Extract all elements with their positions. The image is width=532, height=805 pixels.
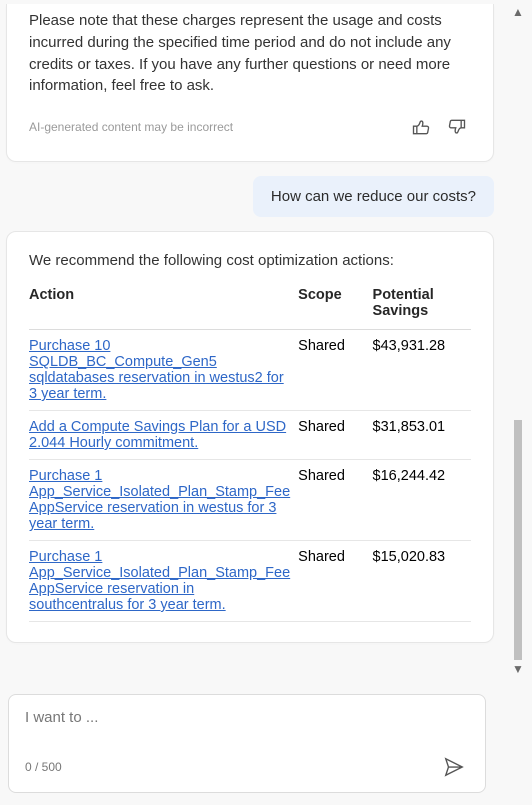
- savings-cell: $43,931.28: [373, 330, 471, 411]
- col-header-savings: Potential Savings: [373, 283, 471, 330]
- table-row: Purchase 1 App_Service_Isolated_Plan_Sta…: [29, 541, 471, 622]
- scroll-up-button[interactable]: ▲: [506, 0, 530, 24]
- table-row: Purchase 1 App_Service_Isolated_Plan_Sta…: [29, 460, 471, 541]
- thumbs-up-button[interactable]: [407, 113, 435, 141]
- recommendations-table: Action Scope Potential Savings Purchase …: [29, 283, 471, 622]
- chevron-up-icon: ▲: [512, 5, 524, 19]
- user-message-bubble: How can we reduce our costs?: [253, 176, 494, 217]
- action-link[interactable]: Add a Compute Savings Plan for a USD 2.0…: [29, 419, 286, 451]
- col-header-scope: Scope: [298, 283, 372, 330]
- assistant-note-text: Please note that these charges represent…: [29, 10, 471, 97]
- recommendations-intro: We recommend the following cost optimiza…: [29, 252, 471, 269]
- scroll-down-button[interactable]: ▼: [506, 657, 530, 681]
- chevron-down-icon: ▼: [512, 662, 524, 676]
- col-header-action: Action: [29, 283, 298, 330]
- composer-footer: 0 / 500: [25, 752, 469, 782]
- thumbs-down-button[interactable]: [443, 113, 471, 141]
- scrollbar[interactable]: ▲ ▼: [506, 0, 530, 805]
- thumbs-up-icon: [411, 117, 431, 137]
- composer-placeholder: I want to ...: [25, 709, 469, 726]
- chat-panel: Please note that these charges represent…: [0, 0, 500, 805]
- action-link[interactable]: Purchase 1 App_Service_Isolated_Plan_Sta…: [29, 468, 290, 532]
- recommendations-card: We recommend the following cost optimiza…: [6, 231, 494, 643]
- char-count: 0 / 500: [25, 760, 62, 774]
- assistant-message-card: Please note that these charges represent…: [6, 4, 494, 162]
- scope-cell: Shared: [298, 460, 372, 541]
- message-composer[interactable]: I want to ... 0 / 500: [8, 694, 486, 793]
- table-row: Add a Compute Savings Plan for a USD 2.0…: [29, 411, 471, 460]
- send-button[interactable]: [439, 752, 469, 782]
- user-message-text: How can we reduce our costs?: [271, 188, 476, 205]
- action-link[interactable]: Purchase 1 App_Service_Isolated_Plan_Sta…: [29, 549, 290, 613]
- disclaimer-row: AI-generated content may be incorrect: [29, 113, 471, 141]
- ai-disclaimer: AI-generated content may be incorrect: [29, 120, 233, 134]
- scroll-thumb[interactable]: [514, 420, 522, 660]
- scope-cell: Shared: [298, 411, 372, 460]
- savings-cell: $31,853.01: [373, 411, 471, 460]
- savings-cell: $15,020.83: [373, 541, 471, 622]
- scope-cell: Shared: [298, 330, 372, 411]
- table-row: Purchase 10 SQLDB_BC_Compute_Gen5 sqldat…: [29, 330, 471, 411]
- feedback-buttons: [407, 113, 471, 141]
- thumbs-down-icon: [447, 117, 467, 137]
- user-message-row: How can we reduce our costs?: [6, 176, 494, 217]
- savings-cell: $16,244.42: [373, 460, 471, 541]
- send-icon: [443, 756, 465, 778]
- scope-cell: Shared: [298, 541, 372, 622]
- action-link[interactable]: Purchase 10 SQLDB_BC_Compute_Gen5 sqldat…: [29, 338, 284, 402]
